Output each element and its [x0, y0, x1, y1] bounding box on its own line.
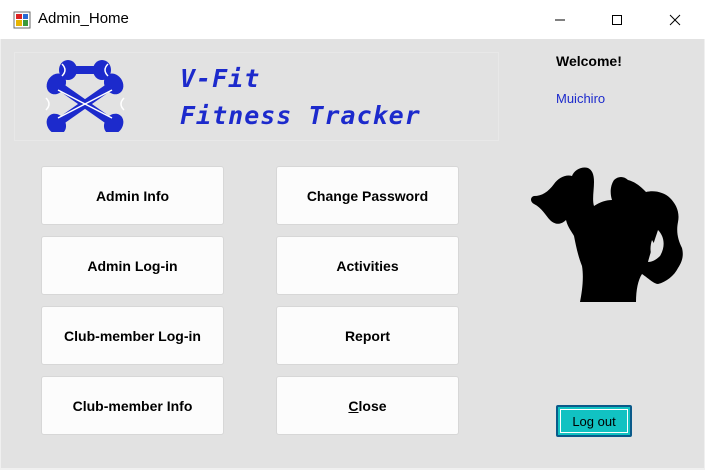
close-icon[interactable]: [646, 0, 704, 39]
title-bar[interactable]: Admin_Home: [0, 0, 705, 39]
bodybuilder-silhouette: [528, 166, 688, 304]
logout-button[interactable]: Log out: [556, 405, 632, 437]
close-button[interactable]: Close: [276, 376, 459, 435]
dumbbell-icon: [38, 58, 132, 135]
close-label-rest: lose: [358, 397, 387, 414]
admin-login-button[interactable]: Admin Log-in: [41, 236, 224, 295]
close-mnemonic: C: [348, 397, 359, 414]
report-button[interactable]: Report: [276, 306, 459, 365]
window-title: Admin_Home: [38, 10, 129, 27]
minimize-icon[interactable]: [531, 0, 589, 39]
maximize-icon[interactable]: [588, 0, 646, 39]
admin-home-window: Admin_Home V-Fit Fitness Tracker Admin I…: [0, 0, 705, 470]
welcome-label: Welcome!: [556, 53, 622, 69]
change-password-button[interactable]: Change Password: [276, 166, 459, 225]
brand-line-2: Fitness Tracker: [180, 101, 421, 130]
brand-line-1: V-Fit: [180, 64, 261, 93]
app-icon: [13, 11, 31, 29]
activities-button[interactable]: Activities: [276, 236, 459, 295]
club-member-info-button[interactable]: Club-member Info: [41, 376, 224, 435]
username-label: Muichiro: [556, 91, 606, 106]
admin-info-button[interactable]: Admin Info: [41, 166, 224, 225]
club-member-login-button[interactable]: Club-member Log-in: [41, 306, 224, 365]
